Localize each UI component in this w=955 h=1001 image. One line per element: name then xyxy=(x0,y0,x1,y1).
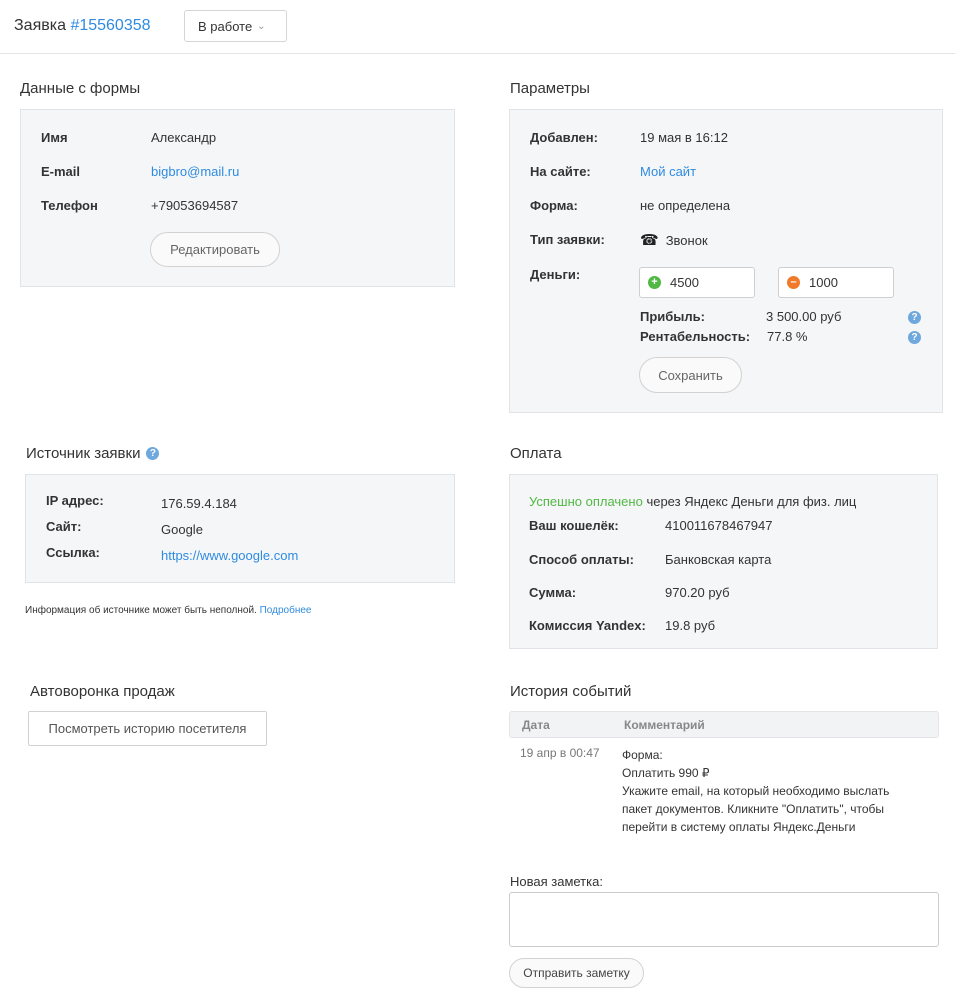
table-row: 19 апр в 00:47 Форма: Оплатить 990 ₽ Ука… xyxy=(509,744,939,844)
source-link[interactable]: https://www.google.com xyxy=(161,548,298,563)
payment-status: Успешно оплачено через Яндекс Деньги для… xyxy=(529,494,856,509)
minus-icon: – xyxy=(787,276,800,289)
method-value: Банковская карта xyxy=(665,552,772,567)
profit-label: Прибыль: xyxy=(640,309,705,324)
income-input[interactable]: + 4500 xyxy=(639,267,755,298)
phone-label: Телефон xyxy=(41,198,98,213)
order-number-link[interactable]: #15560358 xyxy=(70,17,150,34)
history-date: 19 апр в 00:47 xyxy=(520,746,600,760)
source-title: Источник заявки xyxy=(26,445,141,462)
form-label: Форма: xyxy=(530,198,578,213)
history-title: История событий xyxy=(510,683,632,700)
payment-title: Оплата xyxy=(510,445,562,462)
plus-icon: + xyxy=(648,276,661,289)
funnel-title: Автоворонка продаж xyxy=(30,683,175,700)
profitability-label: Рентабельность: xyxy=(640,329,751,344)
save-button[interactable]: Сохранить xyxy=(639,357,742,393)
email-label: E-mail xyxy=(41,164,81,179)
fee-value: 19.8 руб xyxy=(665,618,716,633)
profit-help-icon[interactable]: ? xyxy=(908,311,921,324)
comment-line: перейти в систему оплаты Яндекс.Деньги xyxy=(622,820,856,834)
profitability-help-icon[interactable]: ? xyxy=(908,331,921,344)
source-note: Информация об источнике может быть непол… xyxy=(25,605,311,616)
col-date-header: Дата xyxy=(522,718,550,732)
comment-line: Укажите email, на который необходимо выс… xyxy=(622,784,890,798)
fee-label: Комиссия Yandex: xyxy=(529,618,646,633)
source-title-row: Источник заявки ? xyxy=(26,445,160,462)
type-value-group: ☎ Звонок xyxy=(640,231,708,249)
comment-line: Оплатить 990 ₽ xyxy=(622,766,710,780)
type-value: Звонок xyxy=(665,232,708,248)
form-data-panel: Имя Александр E-mail bigbro@mail.ru Теле… xyxy=(20,109,455,287)
added-value: 19 мая в 16:12 xyxy=(640,130,728,145)
income-value: 4500 xyxy=(670,275,699,290)
page-header: Заявка #15560358 В работе ⌄ xyxy=(0,0,955,54)
wallet-value: 410011678467947 xyxy=(665,518,773,533)
profitability-value: 77.8 % xyxy=(767,329,808,344)
name-label: Имя xyxy=(41,130,68,145)
history-table-header: Дата Комментарий xyxy=(509,711,939,738)
status-label: В работе xyxy=(198,18,253,34)
sum-value: 970.20 руб xyxy=(665,585,730,600)
history-comment: Форма: Оплатить 990 ₽ Укажите email, на … xyxy=(622,746,889,836)
params-panel: Добавлен: 19 мая в 16:12 На сайте: Мой с… xyxy=(509,109,943,413)
comment-line: Форма: xyxy=(622,748,663,762)
type-label: Тип заявки: xyxy=(530,232,605,247)
expense-input[interactable]: – 1000 xyxy=(778,267,894,298)
source-note-text: Информация об источнике может быть непол… xyxy=(25,605,257,616)
payment-status-success: Успешно оплачено xyxy=(529,494,643,509)
source-site-label: Сайт: xyxy=(46,519,82,534)
method-label: Способ оплаты: xyxy=(529,552,634,567)
form-value: не определена xyxy=(640,198,731,213)
comment-line: пакет документов. Кликните "Оплатить", ч… xyxy=(622,802,885,816)
new-note-textarea[interactable] xyxy=(509,892,939,947)
money-label: Деньги: xyxy=(530,267,581,282)
source-help-icon[interactable]: ? xyxy=(146,447,160,460)
site-link[interactable]: Мой сайт xyxy=(640,164,696,179)
status-dropdown[interactable]: В работе ⌄ xyxy=(184,10,287,42)
chevron-down-icon: ⌄ xyxy=(257,20,266,32)
col-comment-header: Комментарий xyxy=(624,718,705,732)
added-label: Добавлен: xyxy=(530,130,598,145)
form-data-title: Данные с формы xyxy=(20,80,141,97)
wallet-label: Ваш кошелёк: xyxy=(529,518,619,533)
more-info-link[interactable]: Подробнее xyxy=(260,605,312,616)
payment-panel: Успешно оплачено через Яндекс Деньги для… xyxy=(509,474,938,649)
send-note-button[interactable]: Отправить заметку xyxy=(509,958,644,988)
edit-button[interactable]: Редактировать xyxy=(150,232,280,267)
profit-value: 3 500.00 руб xyxy=(766,309,842,324)
params-title: Параметры xyxy=(510,80,590,97)
ip-label: IP адрес: xyxy=(46,493,104,508)
new-note-label: Новая заметка: xyxy=(510,874,603,889)
phone-icon: ☎ xyxy=(640,232,659,249)
ip-value: 176.59.4.184 xyxy=(161,496,237,511)
name-value: Александр xyxy=(151,130,217,145)
visitor-history-button[interactable]: Посмотреть историю посетителя xyxy=(28,711,267,746)
email-link[interactable]: bigbro@mail.ru xyxy=(151,164,239,179)
source-panel: IP адрес: 176.59.4.184 Сайт: Google Ссыл… xyxy=(25,474,455,583)
payment-status-rest: через Яндекс Деньги для физ. лиц xyxy=(642,494,857,509)
source-site-value: Google xyxy=(161,522,203,537)
source-link-label: Ссылка: xyxy=(46,545,100,560)
sum-label: Сумма: xyxy=(529,585,577,600)
title-prefix: Заявка xyxy=(14,17,66,34)
site-label: На сайте: xyxy=(530,164,591,179)
page-title: Заявка #15560358 xyxy=(14,17,151,35)
phone-value: +79053694587 xyxy=(151,198,239,213)
expense-value: 1000 xyxy=(809,275,838,290)
